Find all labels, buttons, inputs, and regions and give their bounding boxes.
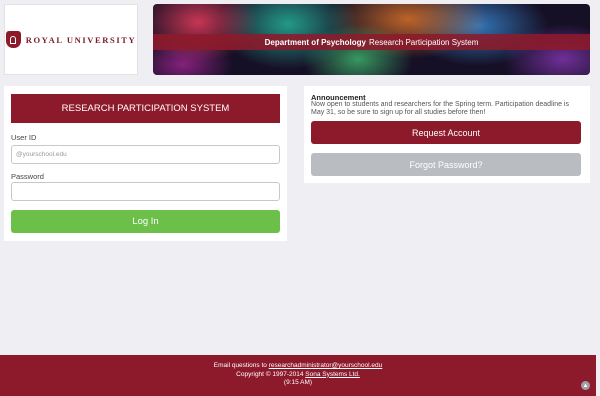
footer-copyright-prefix: Copyright © 1997-2014 xyxy=(236,370,306,378)
footer-time: (9:15 AM) xyxy=(283,379,313,386)
department-name: Department of Psychology xyxy=(264,37,366,47)
footer-email-line: Email questions to researchadministrator… xyxy=(0,362,596,371)
password-input[interactable] xyxy=(11,182,280,201)
user-id-label: User ID xyxy=(11,133,37,142)
admin-email-link[interactable]: researchadministrator@yourschool.edu xyxy=(269,362,383,369)
header-banner: Department of Psychology Research Partic… xyxy=(153,4,590,75)
login-button[interactable]: Log In xyxy=(11,210,280,233)
request-account-button[interactable]: Request Account xyxy=(311,121,581,144)
footer: Email questions to researchadministrator… xyxy=(0,355,596,396)
banner-title: Department of Psychology Research Partic… xyxy=(153,34,590,50)
login-panel: RESEARCH PARTICIPATION SYSTEM User ID Pa… xyxy=(4,86,287,241)
user-id-input[interactable] xyxy=(11,145,280,164)
announcement-panel: Announcement Now open to students and re… xyxy=(304,86,590,183)
sona-systems-link[interactable]: Sona Systems Ltd. xyxy=(305,371,360,378)
system-name: Research Participation System xyxy=(368,37,479,47)
password-label: Password xyxy=(11,172,44,181)
footer-copyright-line: Copyright © 1997-2014 Sona Systems Ltd. xyxy=(0,371,596,380)
footer-email-prefix: Email questions to xyxy=(213,362,269,369)
logo-text: ROYAL UNIVERSITY xyxy=(25,34,137,45)
shield-icon xyxy=(5,31,21,48)
announcement-body: Now open to students and researchers for… xyxy=(311,101,569,117)
chevron-up-icon[interactable]: ▲ xyxy=(581,381,590,390)
forgot-password-button[interactable]: Forgot Password? xyxy=(311,153,581,176)
login-header: RESEARCH PARTICIPATION SYSTEM xyxy=(11,94,280,123)
university-logo: ROYAL UNIVERSITY xyxy=(4,4,138,75)
